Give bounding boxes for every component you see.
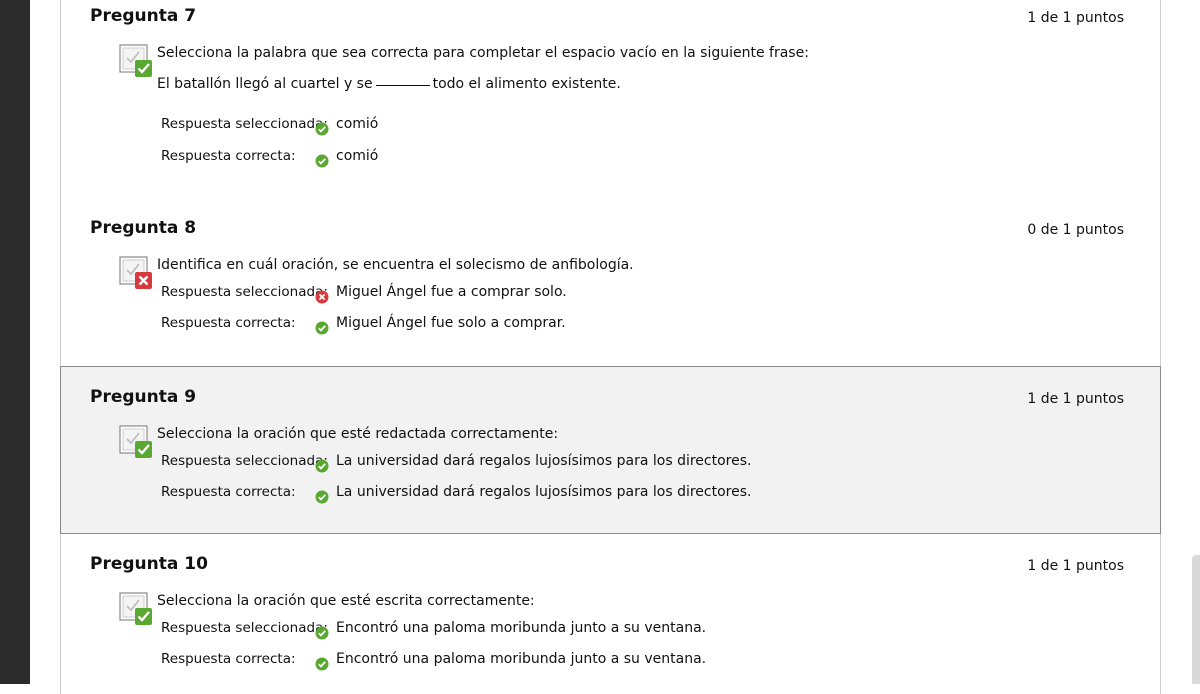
- correct-answer-row: Respuesta correcta: La universidad dará …: [161, 484, 961, 506]
- question-points: 1 de 1 puntos: [1027, 10, 1124, 26]
- correct-check-icon: [315, 657, 329, 671]
- correct-status-icon: [119, 425, 152, 458]
- correct-check-icon: [315, 321, 329, 335]
- question-block: Pregunta 8 0 de 1 puntos Identifica en c…: [60, 197, 1161, 367]
- question-points: 1 de 1 puntos: [1027, 391, 1124, 407]
- question-points: 1 de 1 puntos: [1027, 558, 1124, 574]
- correct-answer-row: Respuesta correcta: comió: [161, 148, 961, 170]
- correct-status-icon: [119, 592, 152, 625]
- correct-check-icon: [315, 490, 329, 504]
- question-title: Pregunta 9: [90, 387, 197, 407]
- correct-check-icon: [315, 154, 329, 168]
- incorrect-status-icon: [119, 256, 152, 289]
- correct-answer-text: La universidad dará regalos lujosísimos …: [336, 484, 752, 500]
- selected-answer-text: Encontró una paloma moribunda junto a su…: [336, 620, 707, 636]
- selected-answer-row: Respuesta seleccionada: comió: [161, 116, 961, 138]
- question-block: Pregunta 10 1 de 1 puntos Selecciona la …: [60, 534, 1161, 694]
- question-prompt: Selecciona la oración que esté redactada…: [157, 426, 559, 442]
- left-sidebar-strip: [0, 0, 30, 684]
- question-points: 0 de 1 puntos: [1027, 222, 1124, 238]
- incorrect-x-icon: [315, 290, 329, 304]
- correct-answer-label: Respuesta correcta:: [161, 484, 296, 500]
- selected-answer-text: Miguel Ángel fue a comprar solo.: [336, 284, 567, 300]
- correct-check-icon: [315, 122, 329, 136]
- correct-answer-text: Encontró una paloma moribunda junto a su…: [336, 651, 707, 667]
- correct-answer-text: Miguel Ángel fue solo a comprar.: [336, 315, 566, 331]
- question-block: Pregunta 7 1 de 1 puntos Selecciona la p…: [60, 0, 1161, 198]
- correct-answer-label: Respuesta correcta:: [161, 651, 296, 667]
- correct-answer-label: Respuesta correcta:: [161, 315, 296, 331]
- question-title: Pregunta 10: [90, 554, 208, 574]
- sentence-before: El batallón llegó al cuartel y se: [157, 76, 373, 92]
- selected-answer-row: Respuesta seleccionada: La universidad d…: [161, 453, 961, 475]
- selected-answer-label: Respuesta seleccionada:: [161, 284, 328, 300]
- question-prompt-sentence: El batallón llegó al cuartel y se todo el…: [157, 76, 621, 92]
- question-prompt: Selecciona la palabra que sea correcta p…: [157, 45, 809, 61]
- correct-answer-label: Respuesta correcta:: [161, 148, 296, 164]
- selected-answer-label: Respuesta seleccionada:: [161, 116, 328, 132]
- question-prompt: Identifica en cuál oración, se encuentra…: [157, 257, 634, 273]
- correct-check-icon: [315, 626, 329, 640]
- selected-answer-row: Respuesta seleccionada: Encontró una pal…: [161, 620, 961, 642]
- fill-blank: [375, 85, 430, 86]
- selected-answer-row: Respuesta seleccionada: Miguel Ángel fue…: [161, 284, 961, 306]
- correct-answer-row: Respuesta correcta: Encontró una paloma …: [161, 651, 961, 673]
- scrollbar-thumb[interactable]: [1192, 555, 1200, 684]
- vertical-scrollbar[interactable]: [1188, 0, 1200, 684]
- question-list: Pregunta 7 1 de 1 puntos Selecciona la p…: [60, 0, 1161, 694]
- selected-answer-text: comió: [336, 116, 379, 132]
- correct-check-icon: [315, 459, 329, 473]
- sentence-after: todo el alimento existente.: [432, 76, 621, 92]
- question-block: Pregunta 9 1 de 1 puntos Selecciona la o…: [60, 366, 1161, 534]
- correct-answer-row: Respuesta correcta: Miguel Ángel fue sol…: [161, 315, 961, 337]
- selected-answer-label: Respuesta seleccionada:: [161, 620, 328, 636]
- selected-answer-label: Respuesta seleccionada:: [161, 453, 328, 469]
- correct-status-icon: [119, 44, 152, 77]
- selected-answer-text: La universidad dará regalos lujosísimos …: [336, 453, 752, 469]
- correct-answer-text: comió: [336, 148, 379, 164]
- question-title: Pregunta 8: [90, 218, 197, 238]
- question-prompt: Selecciona la oración que esté escrita c…: [157, 593, 535, 609]
- question-title: Pregunta 7: [90, 6, 197, 26]
